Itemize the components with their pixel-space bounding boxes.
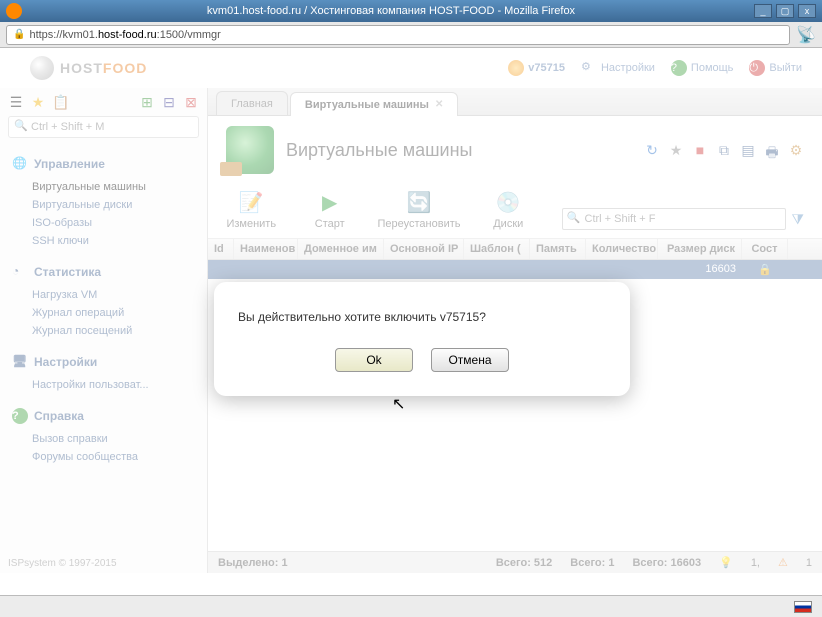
confirm-dialog: Вы действительно хотите включить v75715?… [214,282,630,396]
cancel-button[interactable]: Отмена [431,348,509,372]
feed-icon[interactable]: 📡 [796,25,816,45]
window-titlebar: kvm01.host-food.ru / Хостинговая компани… [0,0,822,22]
window-maximize[interactable]: ▢ [776,4,794,18]
window-minimize[interactable]: _ [754,4,772,18]
window-close[interactable]: x [798,4,816,18]
url-prefix: https://kvm01. [29,29,97,41]
language-flag-icon[interactable] [794,601,812,613]
browser-urlbar: 🔒 https://kvm01.host-food.ru:1500/vmmgr … [0,22,822,48]
dialog-message: Вы действительно хотите включить v75715? [238,310,606,324]
lock-icon: 🔒 [13,29,25,40]
url-field[interactable]: 🔒 https://kvm01.host-food.ru:1500/vmmgr [6,25,790,45]
window-title: kvm01.host-food.ru / Хостинговая компани… [28,5,754,17]
firefox-icon [6,3,22,19]
ok-button[interactable]: Ok [335,348,413,372]
os-taskbar [0,595,822,617]
url-suffix: :1500/vmmgr [157,29,221,41]
url-host: host-food.ru [98,29,157,41]
